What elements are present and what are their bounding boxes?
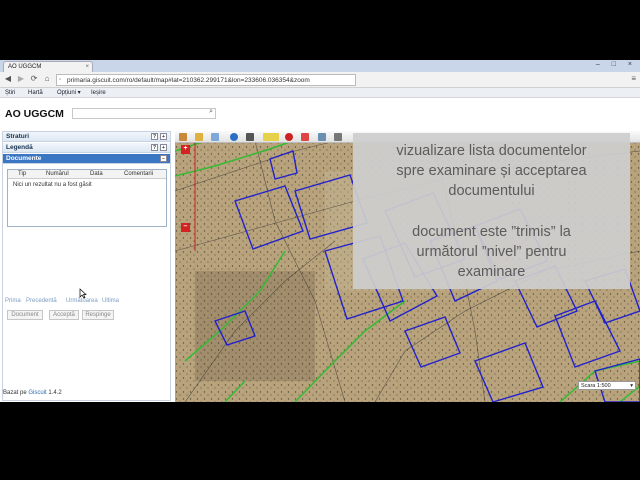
expand-button[interactable]: + — [160, 144, 167, 151]
window-controls[interactable]: – □ × — [596, 61, 637, 68]
chevron-down-icon: ▾ — [630, 383, 633, 389]
address-bar[interactable]: ▫ primaria.giscuit.com/ro/default/map#la… — [56, 74, 356, 86]
column-header[interactable]: Comentarii — [124, 170, 153, 179]
app-menu: Știri Hartă Opțiuni ▾ Ieșire — [0, 88, 640, 98]
menu-item-optiuni[interactable]: Opțiuni ▾ — [57, 88, 81, 98]
print-icon[interactable] — [334, 133, 342, 141]
annotation-line: spre examinare și acceptarea — [396, 163, 587, 179]
zoom-box-icon[interactable] — [195, 133, 203, 141]
url-text: primaria.giscuit.com/ro/default/map#lat=… — [67, 77, 310, 84]
collapse-button[interactable]: – — [160, 155, 167, 162]
scale-label: Scara — [581, 383, 596, 389]
footer-version: 1.4.2 — [48, 390, 62, 396]
page-icon: ▫ — [59, 77, 62, 83]
address-row: ◀ ▶ ⟳ ⌂ ▫ primaria.giscuit.com/ro/defaul… — [0, 72, 640, 88]
pan-icon[interactable] — [179, 133, 187, 141]
draw-tools-icon[interactable] — [263, 133, 279, 141]
marker-icon[interactable] — [285, 133, 293, 141]
browser-window: AO UGGCM × – □ × ◀ ▶ ⟳ ⌂ ▫ primaria.gisc… — [0, 60, 640, 402]
section-label: Straturi — [6, 133, 30, 140]
annotation-line: examinare — [457, 264, 526, 280]
column-header[interactable]: Tip — [18, 170, 26, 179]
annotation-overlay: vizualizare lista documentelor spre exam… — [353, 133, 630, 289]
pager-previous[interactable]: Precedentă — [26, 298, 57, 304]
tab-close-icon[interactable]: × — [85, 62, 89, 72]
document-button[interactable]: Document — [7, 310, 43, 320]
flag-icon[interactable] — [301, 133, 309, 141]
column-header[interactable]: Numărul — [46, 170, 69, 179]
scale-select[interactable]: Scara 1:500 ▾ — [578, 381, 636, 390]
zoom-extent-icon[interactable] — [211, 133, 219, 141]
mouse-cursor — [79, 288, 87, 299]
menu-item-iesire[interactable]: Ieșire — [91, 88, 106, 98]
annotation-line: următorul ”nivel” pentru — [416, 244, 567, 260]
grid-header: Tip Numărul Data Comentarii — [8, 170, 166, 179]
pager-last[interactable]: Ultima — [102, 298, 119, 304]
tab-title: AO UGGCM — [8, 64, 42, 70]
section-documente[interactable]: Documente – — [3, 154, 170, 164]
column-header[interactable]: Data — [90, 170, 103, 179]
browser-tab[interactable]: AO UGGCM × — [3, 61, 93, 72]
reload-icon[interactable]: ⟳ — [29, 74, 39, 83]
menu-item-harta[interactable]: Hartă — [28, 88, 43, 98]
zoom-in-button[interactable]: + — [181, 145, 190, 154]
search-icon[interactable]: ⌕ — [209, 108, 213, 116]
forward-icon[interactable]: ▶ — [16, 74, 26, 83]
annotation-line: documentului — [448, 183, 535, 199]
search-input[interactable]: ⌕ — [72, 108, 216, 119]
menu-item-stiri[interactable]: Știri — [5, 88, 15, 98]
pager-first[interactable]: Prima — [5, 298, 21, 304]
menu-icon[interactable]: ≡ — [631, 74, 636, 83]
app-title: AO UGGCM — [5, 108, 64, 120]
info-icon[interactable] — [230, 133, 238, 141]
zoom-out-button[interactable]: – — [181, 223, 190, 232]
section-legenda[interactable]: Legendă ? + — [3, 143, 170, 153]
annotation-line: vizualizare lista documentelor — [396, 143, 587, 159]
section-straturi[interactable]: Straturi ? + — [3, 132, 170, 142]
reject-button[interactable]: Respinge — [82, 310, 114, 320]
expand-button[interactable]: + — [160, 133, 167, 140]
back-icon[interactable]: ◀ — [3, 74, 13, 83]
measure-icon[interactable] — [246, 133, 254, 141]
layers-icon[interactable] — [318, 133, 326, 141]
empty-message: Nici un rezultat nu a fost găsit — [13, 182, 92, 188]
footer-prefix: Bazat pe — [3, 390, 27, 396]
tab-strip: AO UGGCM × – □ × — [0, 60, 640, 72]
documents-grid: Tip Numărul Data Comentarii Nici un rezu… — [7, 169, 167, 227]
scale-value: 1:500 — [596, 383, 611, 389]
help-button[interactable]: ? — [151, 144, 158, 151]
annotation-line: document este ”trimis” la — [412, 224, 571, 240]
section-label: Legendă — [6, 144, 33, 151]
help-button[interactable]: ? — [151, 133, 158, 140]
section-label: Documente — [6, 155, 42, 162]
home-icon[interactable]: ⌂ — [42, 74, 52, 83]
footer: Bazat pe Giscuit 1.4.2 — [3, 390, 62, 396]
accept-button[interactable]: Acceptă — [49, 310, 79, 320]
side-panel: Straturi ? + Legendă ? + Documente – Tip… — [2, 131, 171, 401]
giscuit-link[interactable]: Giscuit — [28, 390, 46, 396]
